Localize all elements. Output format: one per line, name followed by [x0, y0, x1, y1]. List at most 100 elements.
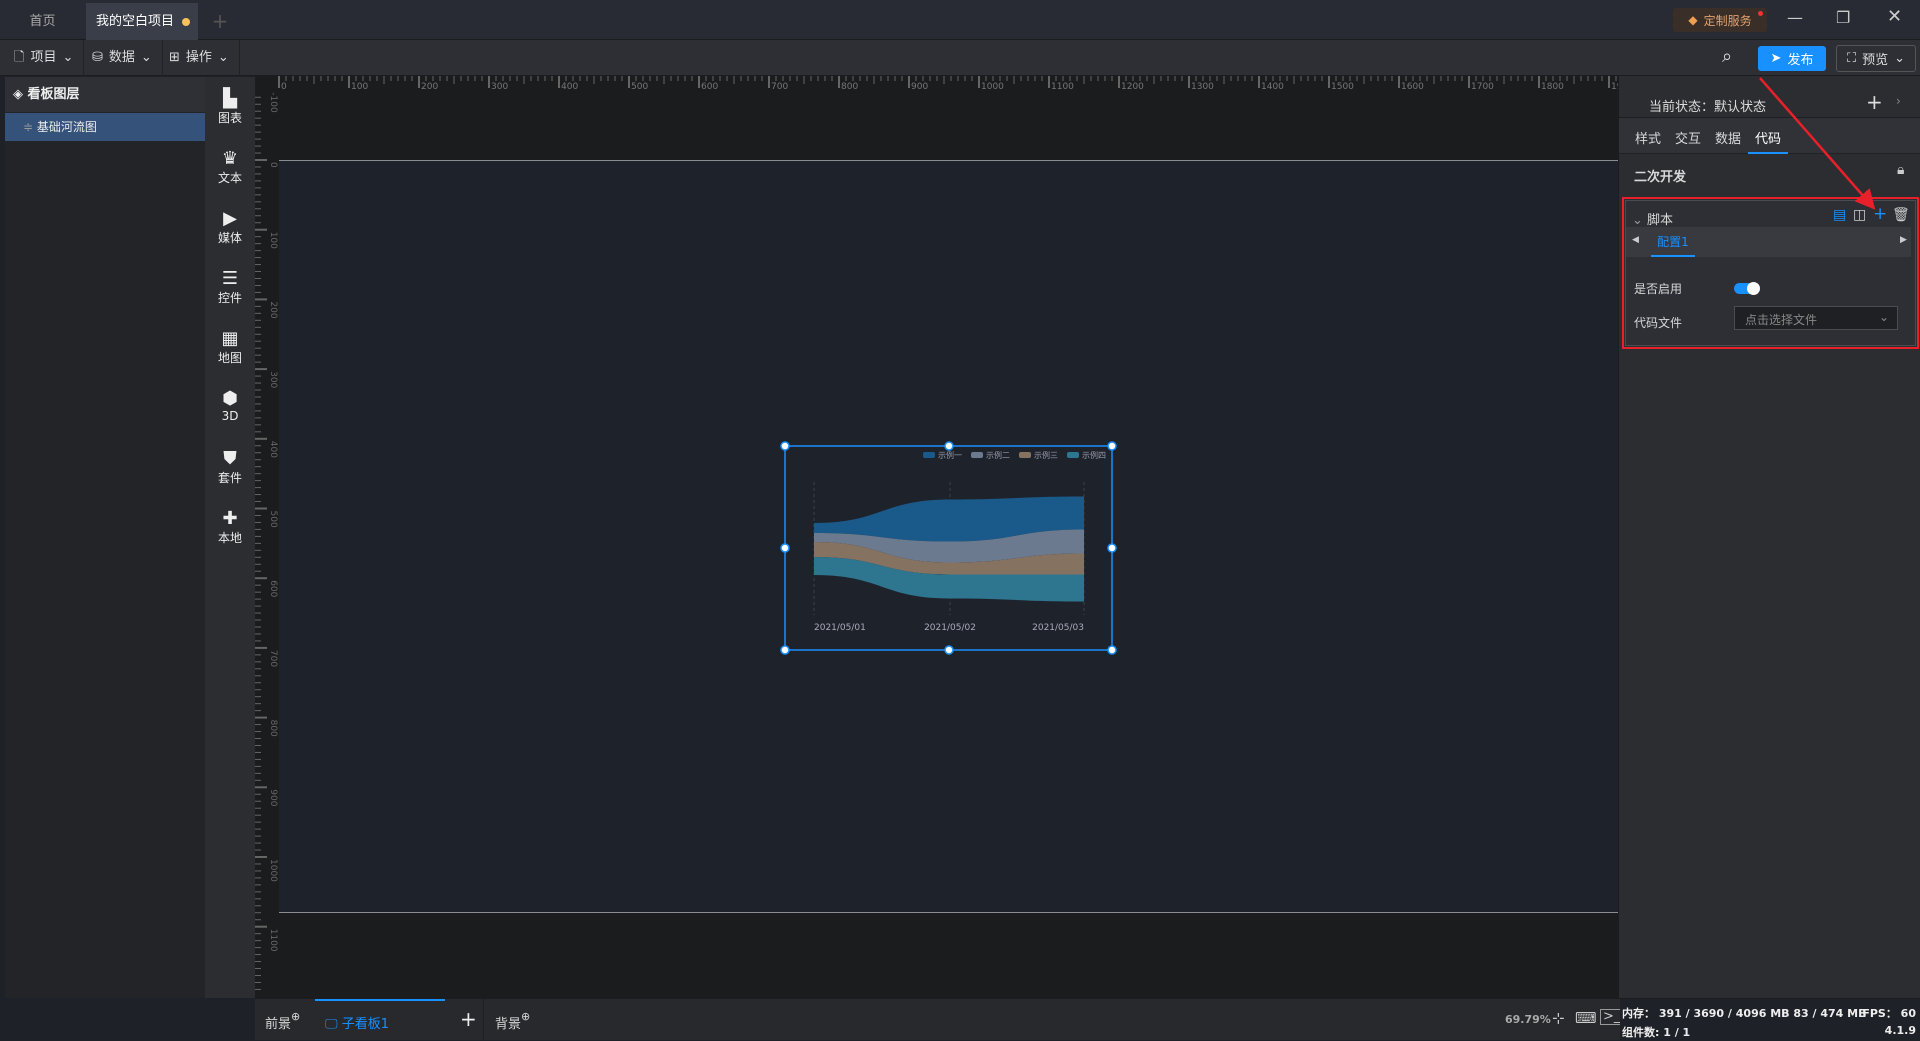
- shirt-icon: ⛊: [223, 448, 237, 469]
- tab-style[interactable]: 样式: [1635, 128, 1661, 147]
- section-title: 二次开发: [1634, 170, 1687, 185]
- resize-handle[interactable]: [780, 645, 790, 655]
- arrow-right-icon[interactable]: ▶: [1900, 235, 1907, 245]
- toolbar: 🗋 项目 ⌄ ⛁ 数据 ⌄ ⊞ 操作 ⌄ ⌕ ➤ 发布 ⛶ 预览 ⌄: [0, 40, 1920, 76]
- tab-code[interactable]: 代码: [1748, 128, 1788, 154]
- diamond-icon: ◆: [1688, 13, 1698, 27]
- river-chart[interactable]: 2021/05/01 2021/05/02 2021/05/03 示例一 示例二 示例三 示…: [780, 440, 1120, 660]
- script-title: 脚本: [1647, 213, 1674, 228]
- ruler-label: 100: [268, 232, 278, 249]
- component-chart[interactable]: ▙ 图表: [205, 89, 255, 126]
- custom-service-button[interactable]: ◆ 定制服务: [1673, 8, 1767, 32]
- menu-label: 操作: [185, 50, 212, 65]
- service-label: 定制服务: [1703, 13, 1752, 28]
- component-media[interactable]: ▶ 媒体: [205, 209, 255, 246]
- foreground-label: 前景: [265, 1017, 292, 1032]
- search-icon[interactable]: ⌕: [1722, 46, 1732, 67]
- menu-data[interactable]: ⛁ 数据 ⌄: [82, 40, 163, 76]
- tab-home[interactable]: 首页: [0, 3, 85, 40]
- background-tab[interactable]: 背景⊕: [495, 1010, 530, 1032]
- script-header[interactable]: ⌄ 脚本: [1632, 209, 1673, 228]
- arrow-left-icon[interactable]: ◀: [1632, 235, 1639, 245]
- subboard-tab[interactable]: 🖵︎ 子看板1: [315, 999, 445, 1041]
- ruler-label: 600: [268, 580, 278, 597]
- ruler-label: 1000: [981, 82, 1004, 92]
- fit-screen-icon[interactable]: ⊹: [1552, 1009, 1565, 1027]
- river-chart-icon: ≑: [23, 120, 34, 134]
- memory-status: 内存： 391 / 3690 / 4096 MB 83 / 474 MB: [1622, 1007, 1867, 1020]
- grid-icon: ⊞: [169, 50, 180, 65]
- ruler-label: 1900: [1611, 82, 1618, 92]
- keyboard-icon[interactable]: ⌨: [1575, 1009, 1597, 1027]
- lock-icon[interactable]: 🔒︎: [1897, 162, 1904, 178]
- ruler-label: 1500: [1331, 82, 1354, 92]
- component-local[interactable]: ✚ 本地: [205, 509, 255, 546]
- new-tab-button[interactable]: +: [205, 3, 235, 40]
- ruler-label: 1400: [1261, 82, 1284, 92]
- add-state-icon[interactable]: +: [1866, 90, 1883, 114]
- property-panel: 当前状态：默认状态 + › 样式 交互 数据 代码 二次开发 🔒︎ ⌄ 脚本 ▤…: [1618, 76, 1920, 998]
- fps-status: FPS： 60: [1862, 1007, 1916, 1020]
- component-map[interactable]: ▦ 地图: [205, 329, 255, 366]
- current-state: 当前状态：默认状态: [1649, 96, 1766, 115]
- tab-data[interactable]: 数据: [1715, 128, 1741, 147]
- state-label: 当前状态：: [1649, 100, 1715, 115]
- monitor-icon: 🖵︎: [325, 1017, 338, 1032]
- restore-icon[interactable]: ❐: [1836, 8, 1850, 27]
- component-widget[interactable]: ☰ 控件: [205, 269, 255, 306]
- resize-handle[interactable]: [1107, 441, 1117, 451]
- component-label: 文本: [217, 171, 242, 185]
- ruler-label: 1800: [1541, 82, 1564, 92]
- ruler-label: 1200: [1121, 82, 1144, 92]
- split-icon[interactable]: ◫: [1853, 207, 1866, 223]
- media-icon: ▶: [223, 208, 237, 229]
- state-value: 默认状态: [1714, 100, 1767, 115]
- resize-handle[interactable]: [944, 441, 954, 451]
- add-board-button[interactable]: +: [460, 1007, 477, 1031]
- ruler-label: 1100: [1051, 82, 1074, 92]
- x-tick-label: 2021/05/01: [814, 623, 866, 633]
- chevron-down-icon: ⌄: [1632, 213, 1643, 228]
- add-circle-icon[interactable]: ⊕: [521, 1010, 530, 1023]
- ruler-label: 500: [268, 511, 278, 528]
- cube-icon: ⬢: [222, 388, 238, 409]
- resize-handle[interactable]: [1107, 543, 1117, 553]
- component-text[interactable]: ♛ 文本: [205, 149, 255, 186]
- preview-button[interactable]: ⛶ 预览 ⌄: [1836, 45, 1916, 72]
- close-icon[interactable]: ✕: [1887, 6, 1902, 27]
- publish-button[interactable]: ➤ 发布: [1758, 46, 1826, 71]
- status-area: 内存： 391 / 3690 / 4096 MB 83 / 474 MB FPS…: [1620, 999, 1920, 1041]
- layers-header: ◈ 看板图层: [5, 77, 205, 112]
- component-kit[interactable]: ⛊ 套件: [205, 449, 255, 486]
- tab-interaction[interactable]: 交互: [1675, 128, 1701, 147]
- toggle-knob: [1747, 282, 1760, 295]
- layer-item[interactable]: ≑ 基础河流图: [5, 113, 205, 141]
- tab-project[interactable]: 我的空白项目: [86, 3, 198, 40]
- minimize-icon[interactable]: —: [1787, 8, 1803, 27]
- enable-toggle[interactable]: [1734, 282, 1760, 295]
- ruler-label: 700: [268, 650, 278, 667]
- delete-icon[interactable]: 🗑︎: [1892, 207, 1910, 223]
- config-tab[interactable]: 配置1: [1651, 233, 1695, 257]
- menu-project[interactable]: 🗋 项目 ⌄: [4, 40, 85, 76]
- component-label: 3D: [221, 409, 239, 423]
- file-select[interactable]: 点击选择文件 ⌄: [1734, 306, 1898, 330]
- resize-handle[interactable]: [944, 645, 954, 655]
- component-label: 套件: [217, 471, 242, 485]
- ruler-label: 200: [268, 301, 278, 318]
- chevron-down-icon: ⌄: [217, 50, 229, 65]
- resize-handle[interactable]: [1107, 645, 1117, 655]
- add-config-icon[interactable]: +: [1873, 204, 1887, 224]
- component-3d[interactable]: ⬢ 3D: [205, 388, 255, 424]
- resize-handle[interactable]: [780, 543, 790, 553]
- menu-operate[interactable]: ⊞ 操作 ⌄: [159, 40, 240, 76]
- layout-icon[interactable]: ▤: [1833, 207, 1846, 223]
- zoom-level[interactable]: 69.79%: [1505, 1013, 1551, 1026]
- resize-handle[interactable]: [780, 441, 790, 451]
- chevron-right-icon[interactable]: ›: [1896, 94, 1901, 108]
- add-circle-icon[interactable]: ⊕: [291, 1010, 300, 1023]
- layer-label: 基础河流图: [36, 120, 97, 134]
- foreground-tab[interactable]: 前景⊕: [265, 1010, 300, 1032]
- subboard-label: 子看板1: [341, 1017, 389, 1032]
- legend-label: 示例二: [986, 450, 1010, 460]
